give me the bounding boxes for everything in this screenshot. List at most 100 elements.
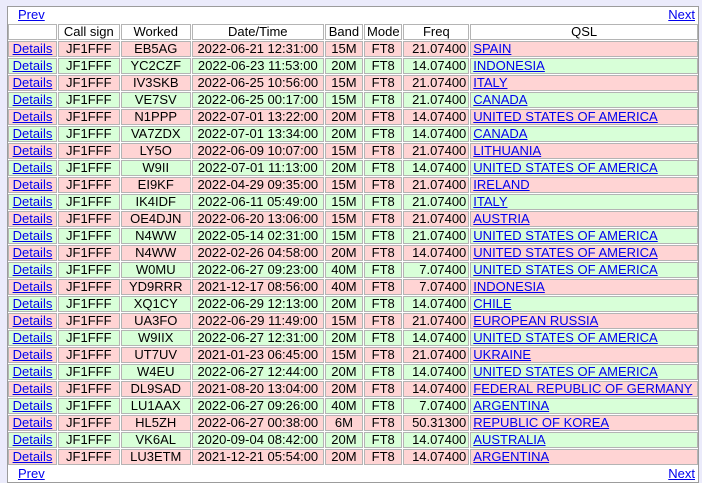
details-cell: Details [8,449,57,465]
details-cell: Details [8,296,57,312]
call-sign-cell: JF1FFF [57,160,120,176]
qsl-country-link[interactable]: UNITED STATES OF AMERICA [473,263,657,277]
prev-link-bottom[interactable]: Prev [18,466,45,482]
details-link[interactable]: Details [13,297,53,311]
qso-log-table: Call sign Worked Date/Time Band Mode Fre… [7,23,699,466]
band-cell: 15M [324,194,364,210]
next-link-bottom[interactable]: Next [668,466,695,482]
qsl-country-link[interactable]: AUSTRIA [473,212,529,226]
call-sign-cell: JF1FFF [57,41,120,57]
freq-cell: 14.07400 [403,126,470,142]
qsl-country-link[interactable]: CANADA [473,127,527,141]
details-link[interactable]: Details [13,59,53,73]
qsl-country-cell: ARGENTINA [470,398,698,414]
qsl-country-link[interactable]: SPAIN [473,42,511,56]
details-link[interactable]: Details [13,195,53,209]
qsl-country-link[interactable]: UNITED STATES OF AMERICA [473,365,657,379]
qsl-country-link[interactable]: REPUBLIC OF KOREA [473,416,609,430]
details-link[interactable]: Details [13,331,53,345]
qsl-country-link[interactable]: INDONESIA [473,59,545,73]
band-cell: 20M [324,449,364,465]
worked-cell: IV3SKB [120,75,191,91]
details-link[interactable]: Details [13,246,53,260]
worked-cell: N4WW [120,245,191,261]
worked-cell: HL5ZH [120,415,191,431]
mode-cell: FT8 [364,262,403,278]
details-link[interactable]: Details [13,229,53,243]
qsl-country-cell: UNITED STATES OF AMERICA [470,364,698,380]
qsl-country-cell: UNITED STATES OF AMERICA [470,228,698,244]
freq-cell: 21.07400 [403,177,470,193]
qsl-country-link[interactable]: INDONESIA [473,280,545,294]
freq-cell: 21.07400 [403,228,470,244]
band-cell: 15M [324,92,364,108]
qsl-country-link[interactable]: CHILE [473,297,511,311]
next-link-top[interactable]: Next [668,7,695,23]
datetime-cell: 2022-06-25 00:17:00 [191,92,324,108]
freq-cell: 14.07400 [403,381,470,397]
details-link[interactable]: Details [13,433,53,447]
details-link[interactable]: Details [13,76,53,90]
qsl-country-link[interactable]: UNITED STATES OF AMERICA [473,161,657,175]
freq-cell: 21.07400 [403,211,470,227]
qsl-country-link[interactable]: UKRAINE [473,348,531,362]
table-row: Details JF1FFF W9II 2022-07-01 11:13:00 20M F… [8,160,698,176]
qsl-country-cell: INDONESIA [470,279,698,295]
datetime-cell: 2022-06-27 09:23:00 [191,262,324,278]
band-cell: 20M [324,296,364,312]
details-link[interactable]: Details [13,127,53,141]
details-link[interactable]: Details [13,42,53,56]
details-link[interactable]: Details [13,93,53,107]
details-link[interactable]: Details [13,280,53,294]
col-header-band: Band [324,24,364,40]
details-link[interactable]: Details [13,365,53,379]
details-link[interactable]: Details [13,399,53,413]
qsl-country-link[interactable]: UNITED STATES OF AMERICA [473,229,657,243]
qsl-country-link[interactable]: EUROPEAN RUSSIA [473,314,598,328]
details-cell: Details [8,143,57,159]
table-row: Details JF1FFF VK6AL 2020-09-04 08:42:00 20M… [8,432,698,448]
details-link[interactable]: Details [13,110,53,124]
worked-cell: OE4DJN [120,211,191,227]
table-row: Details JF1FFF LY5O 2022-06-09 10:07:00 15M F… [8,143,698,159]
call-sign-cell: JF1FFF [57,279,120,295]
qsl-country-link[interactable]: UNITED STATES OF AMERICA [473,110,657,124]
qsl-country-link[interactable]: AUSTRALIA [473,433,545,447]
details-link[interactable]: Details [13,382,53,396]
prev-link-top[interactable]: Prev [18,7,45,23]
details-cell: Details [8,41,57,57]
qsl-country-link[interactable]: CANADA [473,93,527,107]
details-link[interactable]: Details [13,263,53,277]
qsl-country-link[interactable]: ITALY [473,76,507,90]
datetime-cell: 2022-06-27 12:44:00 [191,364,324,380]
col-header-worked: Worked [120,24,191,40]
qsl-country-cell: INDONESIA [470,58,698,74]
mode-cell: FT8 [364,296,403,312]
qsl-country-link[interactable]: ARGENTINA [473,450,549,464]
call-sign-cell: JF1FFF [57,194,120,210]
qsl-country-link[interactable]: FEDERAL REPUBLIC OF GERMANY [473,382,692,396]
qsl-country-link[interactable]: UNITED STATES OF AMERICA [473,246,657,260]
band-cell: 40M [324,279,364,295]
qsl-country-link[interactable]: ITALY [473,195,507,209]
details-link[interactable]: Details [13,450,53,464]
call-sign-cell: JF1FFF [57,228,120,244]
details-link[interactable]: Details [13,416,53,430]
qsl-country-cell: AUSTRALIA [470,432,698,448]
worked-cell: LU3ETM [120,449,191,465]
qsl-country-cell: REPUBLIC OF KOREA [470,415,698,431]
qsl-country-link[interactable]: ARGENTINA [473,399,549,413]
qsl-country-link[interactable]: LITHUANIA [473,144,541,158]
freq-cell: 7.07400 [403,279,470,295]
qsl-country-link[interactable]: IRELAND [473,178,529,192]
band-cell: 15M [324,177,364,193]
details-link[interactable]: Details [13,144,53,158]
qsl-country-link[interactable]: UNITED STATES OF AMERICA [473,331,657,345]
details-link[interactable]: Details [13,212,53,226]
details-link[interactable]: Details [13,161,53,175]
band-cell: 15M [324,347,364,363]
call-sign-cell: JF1FFF [57,126,120,142]
details-link[interactable]: Details [13,348,53,362]
details-link[interactable]: Details [13,314,53,328]
details-link[interactable]: Details [13,178,53,192]
